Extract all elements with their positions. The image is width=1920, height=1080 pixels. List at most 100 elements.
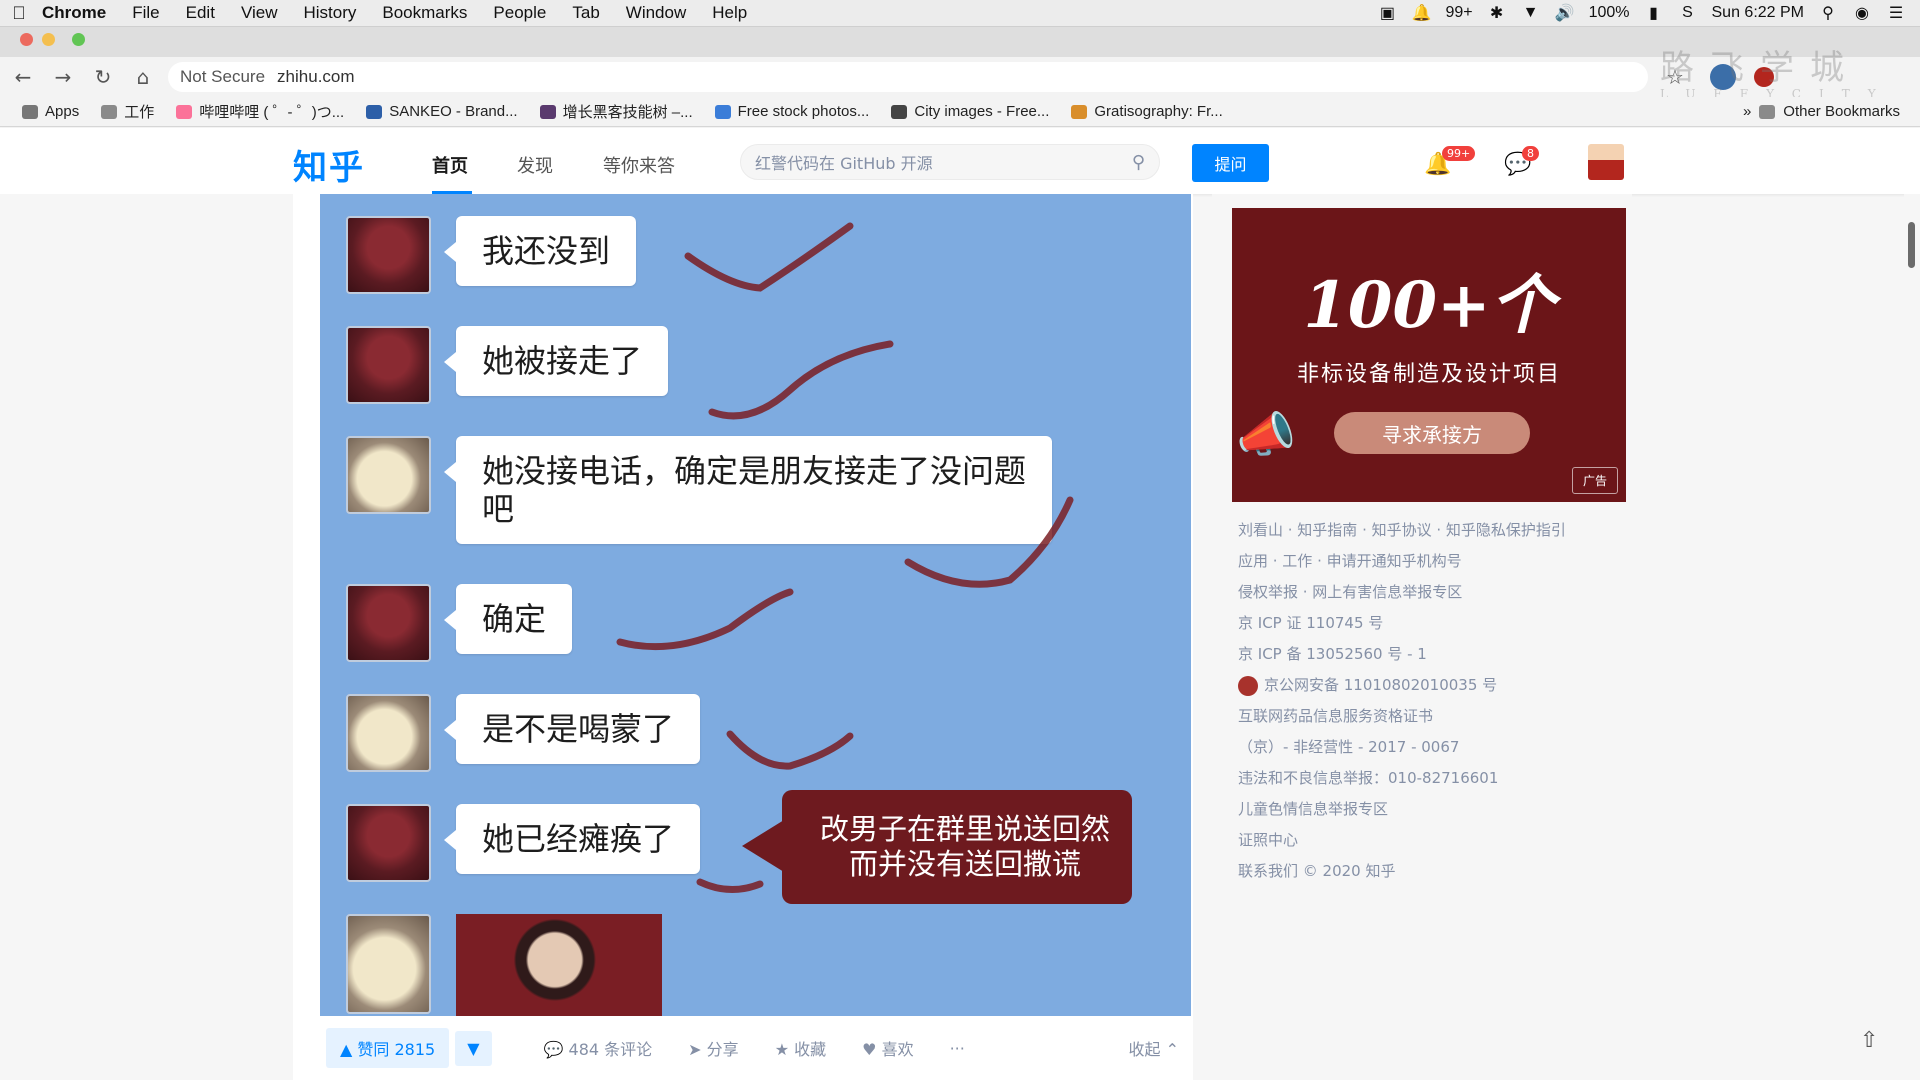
battery-percent: 100% <box>1588 4 1630 21</box>
other-bookmarks[interactable]: » Other Bookmarks <box>1743 103 1900 120</box>
star-icon: ★ <box>774 1040 795 1059</box>
downvote-button[interactable]: ▼ <box>455 1030 492 1066</box>
minimize-window-button[interactable] <box>42 33 55 46</box>
reload-icon[interactable]: ↻ <box>86 62 120 92</box>
bookmark-sankeo[interactable]: SANKEO - Brand... <box>366 103 518 120</box>
notification-badge: 99+ <box>1442 146 1476 161</box>
bookmark-city-images[interactable]: City images - Free... <box>891 103 1049 120</box>
footer-link-row[interactable]: 京 ICP 备 13052560 号 - 1 <box>1238 644 1628 675</box>
bluetooth-icon[interactable]: ✱ <box>1487 4 1507 22</box>
sankeo-icon <box>366 104 383 119</box>
menu-tab[interactable]: Tab <box>559 3 612 23</box>
footer-link-row[interactable]: 儿童色情信息举报专区 <box>1238 799 1628 830</box>
scribble-stroke <box>726 730 854 770</box>
url-text[interactable]: zhihu.com <box>277 67 354 87</box>
more-button[interactable]: ··· <box>950 1039 965 1058</box>
menu-bookmarks[interactable]: Bookmarks <box>369 3 480 23</box>
back-arrow-icon[interactable]: ← <box>6 62 40 92</box>
zhihu-logo[interactable]: 知乎 <box>293 140 365 189</box>
menu-edit[interactable]: Edit <box>173 3 228 23</box>
browser-toolbar: ← → ↻ ⌂ Not Secure zhihu.com ☆ <box>0 57 1920 97</box>
menu-window[interactable]: Window <box>613 3 699 23</box>
footer-link-row[interactable]: 互联网药品信息服务资格证书 <box>1238 706 1628 737</box>
search-icon[interactable]: ⚲ <box>1132 152 1145 173</box>
bookmark-bilibili[interactable]: 哔哩哔哩 ( ゜- ゜)つ... <box>176 101 344 122</box>
footer-link-row[interactable]: 联系我们 © 2020 知乎 <box>1238 861 1628 892</box>
footer-link-row[interactable]: 应用 · 工作 · 申请开通知乎机构号 <box>1238 551 1628 582</box>
close-window-button[interactable] <box>20 33 33 46</box>
security-indicator[interactable]: Not Secure <box>180 67 265 87</box>
macos-menu-bar:  Chrome File Edit View History Bookmark… <box>0 0 1920 27</box>
menu-history[interactable]: History <box>290 3 369 23</box>
tab-home[interactable]: 首页 <box>432 152 468 178</box>
upvote-button[interactable]: ▲ 赞同 2815 <box>326 1028 450 1068</box>
watermark-text: 路飞学城 <box>1660 48 1860 88</box>
collapse-button[interactable]: 收起 ⌃ <box>1129 1036 1180 1060</box>
siri-icon[interactable]: ◉ <box>1852 4 1872 22</box>
menu-help[interactable]: Help <box>699 3 760 23</box>
spotlight-search-icon[interactable]: ⚲ <box>1818 4 1838 22</box>
gratisography-icon <box>1071 104 1088 119</box>
footer-link-row[interactable]: 证照中心 <box>1238 830 1628 861</box>
scrollbar-thumb[interactable] <box>1908 222 1915 268</box>
notification-bell-icon[interactable]: 🔔 <box>1411 4 1431 22</box>
menu-file[interactable]: File <box>119 3 172 23</box>
footer-link-row[interactable]: 刘看山 · 知乎指南 · 知乎协议 · 知乎隐私保护指引 <box>1238 520 1628 551</box>
menu-people[interactable]: People <box>480 3 559 23</box>
wifi-icon[interactable]: ▼ <box>1521 4 1541 22</box>
comment-icon: 💬 <box>543 1040 569 1059</box>
volume-icon[interactable]: 🔊 <box>1555 4 1575 22</box>
tab-waiting-answers[interactable]: 等你来答 <box>603 152 675 178</box>
chat-screenshot-image: 我还没到 她被接走了 她没接电话，确定是朋友接走了没问题吧 确定 是不是喝蒙了 … <box>320 194 1191 1016</box>
bookmark-folder-work[interactable]: 工作 <box>101 101 154 122</box>
advertisement-banner[interactable]: 100+个 非标设备制造及设计项目 📣 寻求承接方 广告 <box>1232 208 1626 502</box>
footer-link-row[interactable]: 京公网安备 11010802010035 号 <box>1238 675 1628 706</box>
like-button[interactable]: ♥ 喜欢 <box>862 1036 913 1060</box>
notification-count: 99+ <box>1445 4 1473 21</box>
home-icon[interactable]: ⌂ <box>126 62 160 92</box>
user-avatar[interactable] <box>1588 144 1624 180</box>
apps-grid-icon <box>22 104 38 119</box>
comments-button[interactable]: 💬 484 条评论 <box>544 1036 653 1060</box>
checkmark-scribbles <box>616 222 1074 893</box>
forward-arrow-icon[interactable]: → <box>46 62 80 92</box>
page-scrollbar[interactable] <box>1904 194 1920 1080</box>
back-to-top-icon[interactable]: ⇧ <box>1860 1028 1878 1053</box>
clock[interactable]: Sun 6:22 PM <box>1712 4 1805 22</box>
answer-action-bar: ▲ 赞同 2815 ▼ 💬 484 条评论 ➤ 分享 ★ 收藏 ♥ 喜欢 ···… <box>320 1016 1191 1080</box>
favorite-button[interactable]: ★ 收藏 <box>775 1036 826 1060</box>
bilibili-icon <box>176 104 193 119</box>
input-source-icon[interactable]: S <box>1678 4 1698 22</box>
ad-cta-button[interactable]: 寻求承接方 <box>1334 412 1530 454</box>
app-menu-chrome[interactable]: Chrome <box>38 3 119 23</box>
footer-link-row[interactable]: 违法和不良信息举报：010-82716601 <box>1238 768 1628 799</box>
share-button[interactable]: ➤ 分享 <box>688 1036 739 1060</box>
bookmark-free-stock[interactable]: Free stock photos... <box>714 103 869 120</box>
control-center-icon[interactable]: ☰ <box>1886 4 1906 22</box>
search-placeholder: 红警代码在 GitHub 开源 <box>755 154 933 173</box>
bookmark-growth-hacker[interactable]: 增长黑客技能树 –... <box>539 101 693 122</box>
address-bar[interactable]: Not Secure zhihu.com <box>168 62 1648 92</box>
police-badge-icon <box>1238 675 1258 696</box>
zoom-window-button[interactable] <box>72 33 85 46</box>
search-input[interactable]: 红警代码在 GitHub 开源 ⚲ <box>740 144 1160 180</box>
footer-link-row[interactable]: 京 ICP 证 110745 号 <box>1238 613 1628 644</box>
camera-icon <box>891 104 908 119</box>
menu-view[interactable]: View <box>228 3 291 23</box>
tab-strip <box>0 27 1920 57</box>
screen-record-icon[interactable]: ▣ <box>1377 4 1397 22</box>
footer-link-row[interactable]: 侵权举报 · 网上有害信息举报专区 <box>1238 582 1628 613</box>
tab-discover[interactable]: 发现 <box>517 152 553 178</box>
bookmark-gratisography[interactable]: Gratisography: Fr... <box>1071 103 1223 120</box>
battery-icon[interactable]: ▮ <box>1644 4 1664 22</box>
apple-menu-icon[interactable]:  <box>0 3 38 24</box>
messages-badge: 8 <box>1522 146 1539 161</box>
ask-button[interactable]: 提问 <box>1192 144 1269 182</box>
zhihu-header: 知乎 首页 发现 等你来答 红警代码在 GitHub 开源 ⚲ 提问 🔔 99+… <box>0 128 1920 194</box>
bookmarks-overflow-chevron[interactable]: » <box>1743 103 1751 120</box>
ad-label: 广告 <box>1571 467 1618 494</box>
stock-photos-icon <box>714 104 731 119</box>
footer-links: 刘看山 · 知乎指南 · 知乎协议 · 知乎隐私保护指引 应用 · 工作 · 申… <box>1238 520 1628 892</box>
bookmark-apps[interactable]: Apps <box>22 103 79 120</box>
megaphone-icon: 📣 <box>1236 407 1296 463</box>
